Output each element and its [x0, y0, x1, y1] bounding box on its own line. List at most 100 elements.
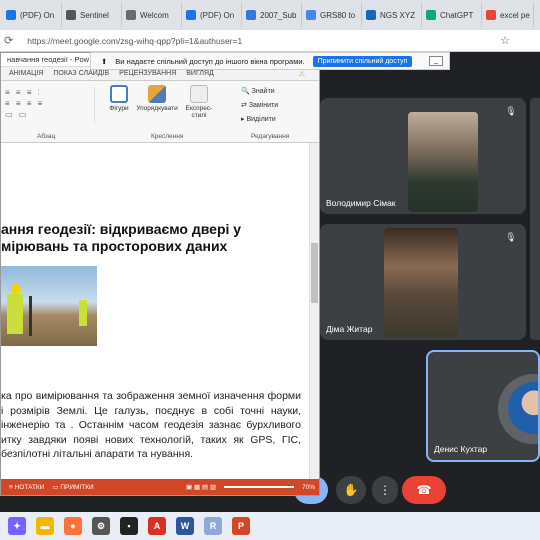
- arrange-icon: [148, 85, 166, 103]
- shapes-icon: [110, 85, 128, 103]
- notes-label: НОТАТКИ: [14, 483, 45, 491]
- participant-tile[interactable]: 🎙 Діма Житар: [320, 224, 526, 340]
- hand-icon: ✋: [343, 483, 359, 497]
- view-icons[interactable]: ▣ ▦ ▤ ▥: [186, 483, 216, 491]
- group-editing-label: Редагування: [251, 133, 290, 140]
- browser-tab-label: (PDF) On: [20, 10, 55, 20]
- browser-tab[interactable]: Sentinel: [62, 3, 122, 27]
- browser-tab[interactable]: GRS80 to: [302, 3, 362, 27]
- powerpoint-icon[interactable]: P: [232, 517, 250, 535]
- minimize-banner-button[interactable]: _: [429, 56, 443, 66]
- group-drawing-label: Креслення: [151, 133, 184, 140]
- pdf-icon[interactable]: A: [148, 517, 166, 535]
- copilot-icon[interactable]: ✦: [8, 517, 26, 535]
- google-icon: [306, 10, 316, 20]
- researchgate-icon: [6, 10, 16, 20]
- comments-label: ПРИМІТКИ: [60, 484, 94, 491]
- leave-call-button[interactable]: ☎: [402, 476, 446, 504]
- browser-tab[interactable]: 2007_Sub: [242, 3, 302, 27]
- zoom-slider[interactable]: [223, 486, 294, 488]
- slide-canvas[interactable]: ання геодезії: відкриваємо двері у мірюв…: [1, 143, 311, 481]
- slide-body-text: ка про вимірювання та зображення земної …: [1, 390, 301, 460]
- r-icon[interactable]: R: [204, 517, 222, 535]
- browser-tab-label: excel pe: [500, 10, 530, 20]
- tab-view[interactable]: ВИГЛЯД: [186, 70, 214, 77]
- comments-button[interactable]: ▭ ПРИМІТКИ: [52, 483, 93, 491]
- share-screen-icon: ⬆: [101, 56, 108, 66]
- zoom-level[interactable]: 70%: [302, 484, 315, 491]
- arrange-label: Упорядкувати: [136, 105, 178, 112]
- researchgate-icon: [186, 10, 196, 20]
- replace-button[interactable]: ⇄ Замінити: [241, 99, 278, 113]
- shapes-label: Фігури: [109, 105, 129, 112]
- file-explorer-icon[interactable]: ▬: [36, 517, 54, 535]
- browser-tab[interactable]: (PDF) On: [182, 3, 242, 27]
- browser-tab-label: ChatGPT: [440, 10, 474, 20]
- powerpoint-window[interactable]: навчання геодезії - Pow АНІМАЦІЯ ПОКАЗ С…: [0, 52, 320, 496]
- participant-tile-active[interactable]: Денис Кухтар: [426, 350, 540, 462]
- browser-tab-label: NGS XYZ: [380, 10, 416, 20]
- quick-styles-button[interactable]: Експрес-стилі: [183, 85, 215, 119]
- editing-controls: 🔍 Знайти ⇄ Замінити ▸ Виділити: [241, 85, 278, 127]
- google-icon: [486, 10, 496, 20]
- more-vert-icon: ⋮: [379, 483, 391, 497]
- chatgpt-icon: [426, 10, 436, 20]
- find-label: Знайти: [251, 88, 275, 95]
- scroll-thumb[interactable]: [311, 243, 318, 303]
- group-paragraph-label: Абзац: [37, 133, 56, 140]
- quick-styles-label: Експрес-стилі: [185, 105, 213, 119]
- firefox-icon[interactable]: ●: [64, 517, 82, 535]
- sticky-notes-icon[interactable]: ▪: [120, 517, 138, 535]
- stop-sharing-button[interactable]: Припинити спільний доступ: [312, 55, 413, 67]
- participant-video: [408, 112, 478, 212]
- participant-video: [384, 228, 458, 338]
- worker: [7, 294, 23, 334]
- share-banner-text: Ви надаєте спільний доступ до іншого вік…: [115, 56, 305, 66]
- tab-slideshow[interactable]: ПОКАЗ СЛАЙДІВ: [53, 70, 109, 77]
- tripod: [29, 296, 32, 336]
- side-tile: [530, 98, 540, 340]
- browser-tab-label: 2007_Sub: [260, 10, 297, 20]
- select-button[interactable]: ▸ Виділити: [241, 113, 278, 127]
- shapes-button[interactable]: Фігури: [105, 85, 133, 112]
- browser-tab[interactable]: Welcom: [122, 3, 182, 27]
- mic-off-icon: 🎙: [505, 232, 517, 242]
- mic-off-icon: 🎙: [505, 106, 517, 116]
- browser-tab[interactable]: excel pe: [482, 3, 534, 27]
- replace-label: Замінити: [248, 102, 279, 109]
- share-banner: ⬆ Ви надаєте спільний доступ до іншого в…: [90, 52, 450, 70]
- participant-name: Денис Кухтар: [434, 444, 488, 454]
- browser-tab-label: GRS80 to: [320, 10, 356, 20]
- browser-tab[interactable]: ChatGPT: [422, 3, 482, 27]
- page-icon: [66, 10, 76, 20]
- tab-animation[interactable]: АНІМАЦІЯ: [9, 70, 43, 77]
- page-icon: [126, 10, 136, 20]
- url-text[interactable]: https://meet.google.com/zsg-wihq-qpp?pli…: [27, 36, 242, 46]
- globe-icon: [366, 10, 376, 20]
- raise-hand-button[interactable]: ✋: [336, 476, 366, 504]
- browser-tab[interactable]: (PDF) On: [2, 3, 62, 27]
- arrange-button[interactable]: Упорядкувати: [135, 85, 179, 112]
- browser-tab[interactable]: NGS XYZ: [362, 3, 422, 27]
- bookmark-star-icon[interactable]: ☆: [500, 34, 510, 47]
- ppt-window-title: навчання геодезії - Pow: [7, 55, 90, 64]
- slide-title: ання геодезії: відкриваємо двері у мірюв…: [1, 221, 242, 254]
- find-button[interactable]: 🔍 Знайти: [241, 85, 278, 99]
- participant-tile[interactable]: 🎙 Володимир Сімак: [320, 98, 526, 214]
- vertical-scrollbar[interactable]: [309, 143, 319, 481]
- reload-icon[interactable]: ⟳: [4, 34, 13, 47]
- taskbar: ✦ ▬ ● ⚙ ▪ A W R P: [0, 512, 540, 540]
- tab-review[interactable]: РЕЦЕНЗУВАННЯ: [119, 70, 176, 77]
- surveyors-photo: [1, 266, 97, 346]
- address-bar[interactable]: ⟳ https://meet.google.com/zsg-wihq-qpp?p…: [0, 30, 540, 52]
- status-bar: ≡ НОТАТКИ ▭ ПРИМІТКИ ▣ ▦ ▤ ▥ 70%: [1, 479, 319, 495]
- notes-button[interactable]: ≡ НОТАТКИ: [9, 484, 44, 491]
- browser-tab-strip: (PDF) On Sentinel Welcom (PDF) On 2007_Sub GR…: [0, 0, 540, 30]
- warning-icon: ⚠: [298, 70, 305, 78]
- word-icon[interactable]: W: [176, 517, 194, 535]
- settings-icon[interactable]: ⚙: [92, 517, 110, 535]
- doc-icon: [246, 10, 256, 20]
- more-options-button[interactable]: ⋮: [372, 476, 398, 504]
- paragraph-controls[interactable]: ≡ ≡ ≡ ⫶ ≡ ≡ ≡ ≡ ▭ ▭: [5, 87, 95, 123]
- browser-tab-label: (PDF) On: [200, 10, 235, 20]
